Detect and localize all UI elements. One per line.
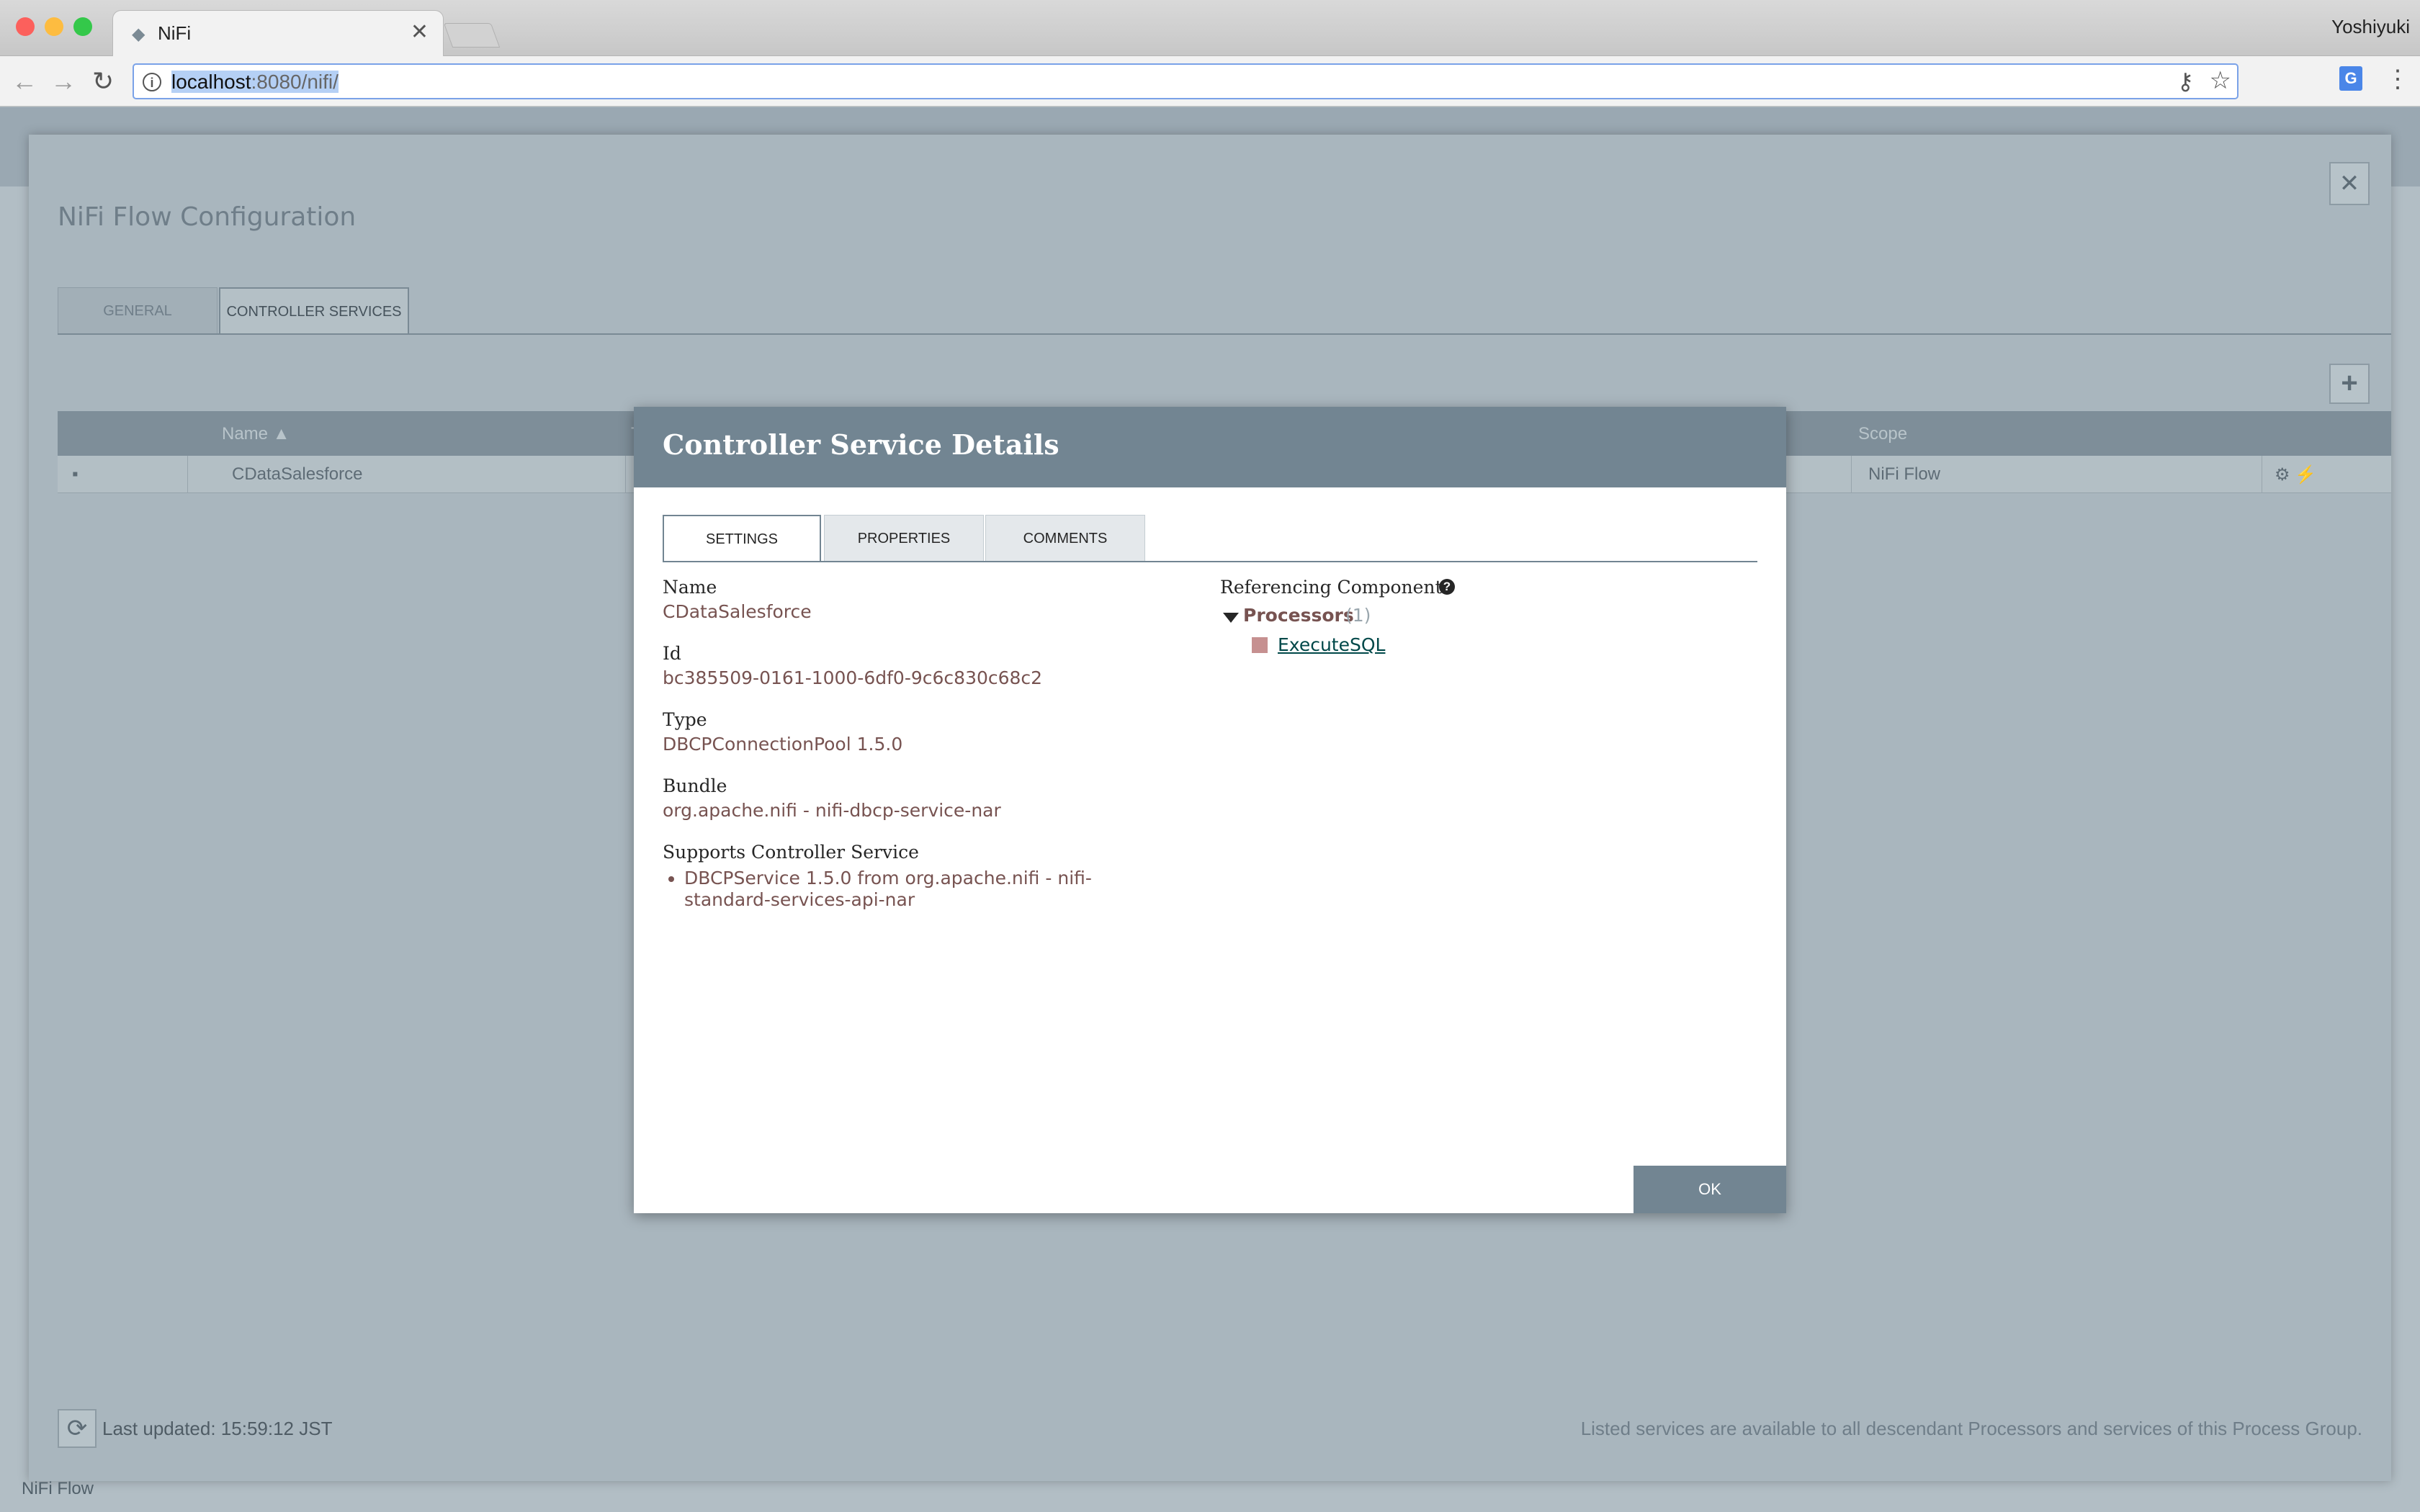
row-info-icon[interactable]: ▪ <box>72 464 79 485</box>
add-controller-service-button[interactable]: + <box>2329 364 2370 404</box>
supports-list: DBCPService 1.5.0 from org.apache.nifi -… <box>663 868 1167 911</box>
id-label: Id <box>663 643 681 664</box>
tab-general[interactable]: GENERAL <box>58 287 218 335</box>
tab-comments[interactable]: COMMENTS <box>985 515 1145 562</box>
site-info-icon[interactable]: i <box>143 73 161 91</box>
url-host: localhost <box>171 71 251 93</box>
column-divider <box>187 456 188 493</box>
bundle-label: Bundle <box>663 775 727 796</box>
refresh-icon[interactable]: ⟳ <box>58 1409 97 1448</box>
flow-config-title: NiFi Flow Configuration <box>58 202 357 232</box>
browser-menu-icon[interactable]: ⋮ <box>2385 65 2410 94</box>
back-arrow-icon[interactable]: ← <box>12 66 37 96</box>
ok-button[interactable]: OK <box>1634 1166 1786 1213</box>
browser-titlebar: ◆ NiFi ✕ Yoshiyuki <box>0 0 2420 56</box>
referencing-components-label: Referencing Components <box>1220 577 1452 598</box>
processor-link[interactable]: ExecuteSQL <box>1278 634 1385 655</box>
processors-label[interactable]: Processors <box>1243 605 1354 626</box>
browser-tab-nifi[interactable]: ◆ NiFi ✕ <box>112 10 444 56</box>
forward-arrow-icon[interactable]: → <box>50 66 76 96</box>
bundle-value: org.apache.nifi - nifi-dbcp-service-nar <box>663 800 1001 821</box>
maximize-window-button[interactable] <box>73 17 92 36</box>
tab-settings[interactable]: SETTINGS <box>663 515 821 562</box>
services-footer-note: Listed services are available to all des… <box>1580 1418 2362 1439</box>
supports-label: Supports Controller Service <box>663 842 919 863</box>
type-label: Type <box>663 709 707 730</box>
list-item: DBCPService 1.5.0 from org.apache.nifi -… <box>684 868 1167 911</box>
browser-toolbar: ← → ↻ i localhost:8080/nifi/ ⚷ ☆ G ⋮ <box>0 56 2420 107</box>
row-name: CDataSalesforce <box>232 464 363 484</box>
translate-extension-icon[interactable]: G <box>2339 66 2362 91</box>
tab-close-icon[interactable]: ✕ <box>411 19 429 45</box>
tabs-divider <box>663 561 1757 562</box>
profile-name[interactable]: Yoshiyuki <box>2331 16 2410 38</box>
address-bar[interactable]: i localhost:8080/nifi/ ⚷ ☆ <box>133 63 2238 99</box>
column-header-name[interactable]: Name ▲ <box>222 424 290 444</box>
type-value: DBCPConnectionPool 1.5.0 <box>663 734 903 755</box>
last-updated-text: Last updated: 15:59:12 JST <box>102 1418 333 1439</box>
help-icon[interactable]: ? <box>1439 579 1455 595</box>
tab-controller-services[interactable]: CONTROLLER SERVICES <box>219 287 409 335</box>
dialog-title: Controller Service Details <box>663 428 1059 461</box>
browser-tab-title: NiFi <box>158 22 192 44</box>
processor-state-icon <box>1252 637 1268 653</box>
reload-icon[interactable]: ↻ <box>92 66 114 96</box>
processors-count: (1) <box>1345 605 1371 626</box>
name-value: CDataSalesforce <box>663 601 812 622</box>
dialog-header: Controller Service Details <box>634 407 1786 487</box>
bookmark-star-icon[interactable]: ☆ <box>2210 66 2231 95</box>
url-path: :8080/nifi/ <box>251 71 339 93</box>
name-label: Name <box>663 577 717 598</box>
new-tab-button[interactable] <box>443 23 501 48</box>
id-value: bc385509-0161-1000-6df0-9c6c830c68c2 <box>663 667 1043 688</box>
column-divider <box>625 456 626 493</box>
tabs-divider <box>58 333 2391 335</box>
controller-service-details-dialog: Controller Service Details SETTINGS PROP… <box>634 407 1786 1213</box>
column-header-scope[interactable]: Scope <box>1858 424 1907 444</box>
close-window-button[interactable] <box>16 17 35 36</box>
flow-config-close-button[interactable]: ✕ <box>2329 162 2370 205</box>
tab-properties[interactable]: PROPERTIES <box>824 515 984 562</box>
minimize-window-button[interactable] <box>45 17 63 36</box>
row-scope: NiFi Flow <box>1868 464 1940 484</box>
column-divider <box>1851 456 1852 493</box>
nifi-favicon-icon: ◆ <box>132 24 145 44</box>
url-text[interactable]: localhost:8080/nifi/ <box>171 71 339 94</box>
expand-caret-icon[interactable] <box>1223 613 1239 623</box>
row-actions-icons[interactable]: ⚙ ⚡ <box>2275 464 2316 485</box>
breadcrumb[interactable]: NiFi Flow <box>22 1479 94 1499</box>
key-icon[interactable]: ⚷ <box>2177 68 2194 95</box>
